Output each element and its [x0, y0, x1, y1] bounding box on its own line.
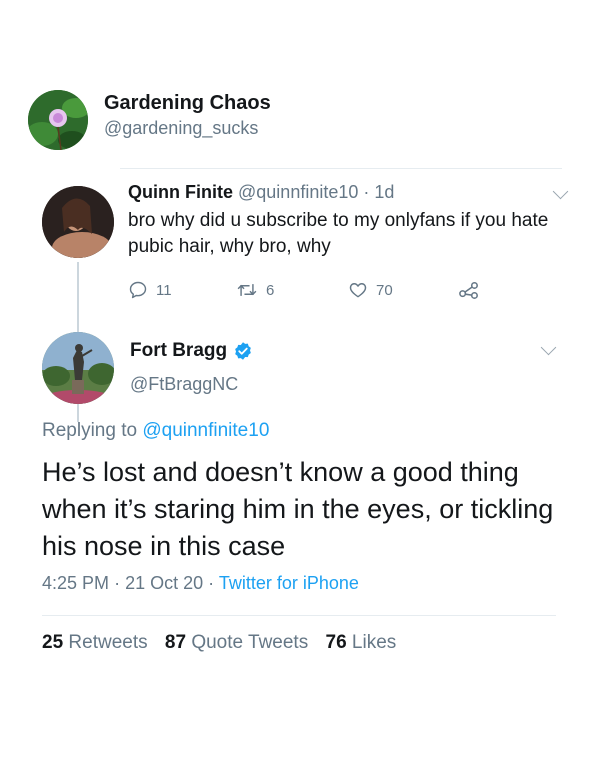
- tweet-source-link[interactable]: Twitter for iPhone: [219, 573, 359, 593]
- reply-tweet-text: bro why did u subscribe to my onlyfans i…: [128, 210, 549, 257]
- share-action[interactable]: [458, 278, 480, 302]
- main-menu-chevron-icon[interactable]: [540, 339, 557, 356]
- portrait-avatar-image: [42, 186, 114, 258]
- meta-divider: [42, 615, 556, 616]
- profile-header: Gardening Chaos @gardening_sucks: [28, 90, 568, 150]
- likes-count: 76: [325, 632, 347, 653]
- quote-tweets-stat[interactable]: 87 Quote Tweets: [165, 632, 314, 653]
- reply-timestamp[interactable]: 1d: [374, 182, 394, 202]
- main-author-row: Fort Bragg: [130, 340, 253, 362]
- reply-menu-chevron-icon[interactable]: [552, 183, 569, 200]
- meta-dot: ·: [114, 573, 121, 593]
- reply-author-name[interactable]: Quinn Finite: [128, 182, 233, 202]
- tweet-time[interactable]: 4:25 PM: [42, 573, 109, 593]
- share-icon: [459, 281, 478, 299]
- retweet-icon: [237, 284, 257, 296]
- main-tweet: Fort Bragg @FtBraggNC Replying to @quinn…: [42, 330, 572, 670]
- retweets-stat[interactable]: 25 Retweets: [42, 632, 153, 653]
- replying-mention-link[interactable]: @quinnfinite10: [142, 420, 269, 441]
- quote-tweets-label: Quote Tweets: [191, 632, 309, 653]
- replying-to: Replying to @quinnfinite10: [42, 420, 269, 442]
- retweet-action[interactable]: 6: [236, 278, 274, 302]
- replying-prefix: Replying to: [42, 420, 138, 441]
- engagement-stats: 25 Retweets 87 Quote Tweets 76 Likes: [42, 632, 408, 654]
- gardening-chaos-avatar[interactable]: [28, 90, 88, 150]
- main-author-handle[interactable]: @FtBraggNC: [130, 374, 238, 395]
- profile-divider: [120, 168, 562, 169]
- quinn-finite-avatar[interactable]: [42, 186, 114, 258]
- tweet-date[interactable]: 21 Oct 20: [125, 573, 203, 593]
- profile-name[interactable]: Gardening Chaos: [104, 92, 271, 115]
- like-action[interactable]: 70: [348, 278, 393, 302]
- likes-stat[interactable]: 76 Likes: [326, 632, 397, 653]
- reply-actions: 11 6 70: [128, 278, 528, 304]
- verified-badge-icon: [235, 342, 251, 360]
- main-tweet-text: He’s lost and doesn’t know a good thing …: [42, 457, 554, 561]
- likes-label: Likes: [351, 632, 397, 653]
- fort-bragg-avatar[interactable]: [42, 332, 114, 404]
- reply-meta-separator: ·: [363, 182, 370, 202]
- flower-avatar-image: [28, 90, 88, 150]
- statue-avatar-image: [42, 332, 114, 404]
- reply-action[interactable]: 11: [128, 278, 172, 302]
- reply-header: Quinn Finite @quinnfinite10 · 1d: [128, 182, 394, 203]
- reply-tweet[interactable]: Quinn Finite @quinnfinite10 · 1d bro why…: [42, 180, 569, 422]
- retweet-count: 6: [266, 281, 275, 299]
- reply-author-handle[interactable]: @quinnfinite10: [238, 182, 358, 202]
- meta-dot: ·: [208, 573, 215, 593]
- heart-icon: [349, 283, 367, 298]
- retweets-label: Retweets: [68, 632, 148, 653]
- quote-tweets-count: 87: [164, 632, 187, 653]
- tweet-meta: 4:25 PM · 21 Oct 20 · Twitter for iPhone: [42, 573, 359, 594]
- comment-icon: [129, 281, 147, 299]
- reply-count: 11: [156, 281, 172, 299]
- retweets-count: 25: [42, 632, 64, 653]
- profile-handle[interactable]: @gardening_sucks: [104, 118, 258, 139]
- like-count: 70: [376, 281, 393, 299]
- main-author-name[interactable]: Fort Bragg: [130, 340, 227, 362]
